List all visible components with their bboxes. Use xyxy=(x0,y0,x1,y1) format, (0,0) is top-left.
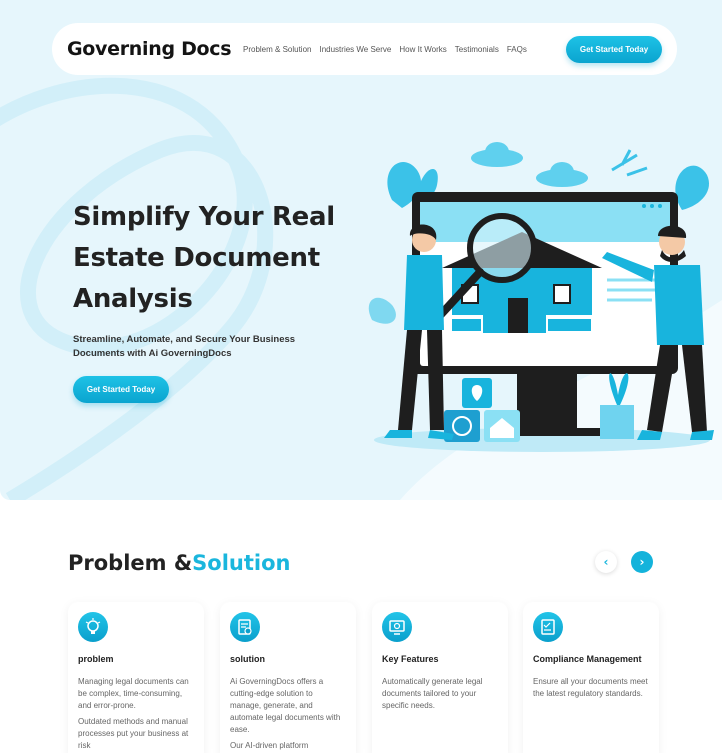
plant-pot xyxy=(600,405,634,439)
carousel-prev-button[interactable]: ‹ xyxy=(595,551,617,573)
monitor-gear-icon xyxy=(382,612,412,642)
monitor-stand xyxy=(517,374,577,434)
hero-title: Simplify Your Real Estate Document Analy… xyxy=(73,202,335,314)
section-title-part1: Problem & xyxy=(68,551,193,575)
carousel-next-button[interactable]: › xyxy=(631,551,653,573)
hero-subtitle: Streamline, Automate, and Secure Your Bu… xyxy=(73,334,296,359)
chevron-right-icon: › xyxy=(639,555,645,569)
card-problem: problem Managing legal documents can be … xyxy=(68,602,204,753)
card-text: Our AI-driven platform xyxy=(230,741,309,750)
nav-link-industries[interactable]: Industries We Serve xyxy=(319,45,391,54)
nav-link-how-it-works[interactable]: How It Works xyxy=(399,45,446,54)
card-title: Compliance Management xyxy=(533,654,642,664)
card-title: solution xyxy=(230,654,265,664)
nav-get-started-button[interactable]: Get Started Today xyxy=(566,35,662,63)
nav-link-problem-solution[interactable]: Problem & Solution xyxy=(243,45,311,54)
card-title: problem xyxy=(78,654,114,664)
card-text: Automatically generate legal documents t… xyxy=(382,677,483,710)
card-text: Outdated methods and manual processes pu… xyxy=(78,717,189,750)
cloud-icons xyxy=(471,142,588,187)
compliance-checklist-icon xyxy=(533,612,563,642)
section-title: Problem &Solution xyxy=(68,551,290,575)
idea-bulb-icon xyxy=(78,612,108,642)
nav-links: Problem & Solution Industries We Serve H… xyxy=(243,45,527,54)
card-title: Key Features xyxy=(382,654,439,664)
navbar: Governing Docs Problem & Solution Indust… xyxy=(52,23,677,75)
hero-get-started-button[interactable]: Get Started Today xyxy=(73,376,169,403)
card-key-features: Key Features Automatically generate lega… xyxy=(372,602,508,753)
card-text: Ensure all your documents meet the lates… xyxy=(533,677,648,698)
chevron-left-icon: ‹ xyxy=(603,555,609,569)
nav-link-testimonials[interactable]: Testimonials xyxy=(455,45,499,54)
document-settings-icon xyxy=(230,612,260,642)
hero-illustration xyxy=(362,140,722,460)
card-text: Managing legal documents can be complex,… xyxy=(78,677,189,710)
card-compliance: Compliance Management Ensure all your do… xyxy=(523,602,659,753)
card-text: Ai GoverningDocs offers a cutting-edge s… xyxy=(230,677,341,734)
logo[interactable]: Governing Docs xyxy=(67,38,243,60)
section-title-part2: Solution xyxy=(192,551,291,575)
nav-link-faqs[interactable]: FAQs xyxy=(507,45,527,54)
card-solution: solution Ai GoverningDocs offers a cutti… xyxy=(220,602,356,753)
